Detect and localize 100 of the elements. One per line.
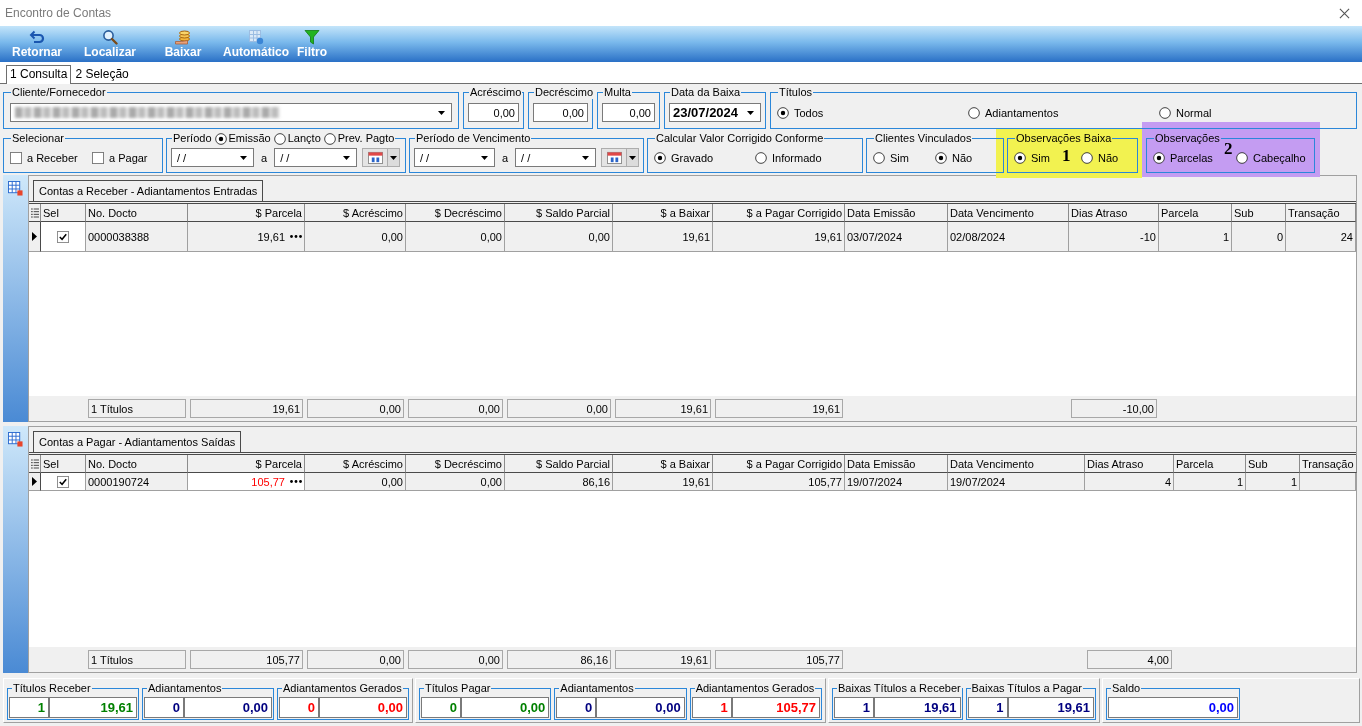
column-header[interactable]: $ Acréscimo: [305, 204, 406, 222]
return-arrow-icon: [29, 29, 45, 45]
group-title: Baixas Títulos a Receber: [838, 681, 961, 695]
date-field[interactable]: / /: [414, 148, 495, 167]
radio-button[interactable]: [654, 151, 666, 164]
tab[interactable]: 1 Consulta: [6, 65, 72, 84]
column-header[interactable]: $ Decréscimo: [406, 204, 505, 222]
column-header[interactable]: Transação: [1300, 455, 1357, 473]
table-cell[interactable]: 105,77: [188, 473, 305, 491]
checkbox[interactable]: [10, 151, 22, 164]
count-field: 1: [834, 696, 874, 718]
column-header[interactable]: Sub: [1246, 455, 1300, 473]
cell-value: 105,77: [251, 475, 285, 488]
date-field[interactable]: / /: [515, 148, 596, 167]
radio-button[interactable]: [777, 106, 789, 119]
caret-icon: [390, 155, 398, 160]
radio-button[interactable]: [323, 132, 336, 145]
cell-value: 19,61: [257, 230, 285, 243]
close-icon[interactable]: [1339, 7, 1350, 19]
table-icon[interactable]: [8, 432, 23, 447]
checkbox-label: a Pagar: [109, 151, 148, 164]
column-header[interactable]: Data Emissão: [845, 455, 948, 473]
group-title: Adiantamentos: [148, 681, 222, 695]
checkbox[interactable]: [57, 230, 69, 243]
count-field: 1: [967, 696, 1008, 718]
column-header[interactable]: Parcela: [1159, 204, 1232, 222]
column-header[interactable]: $ a Pagar Corrigido: [713, 455, 845, 473]
column-header[interactable]: Data Vencimento: [948, 204, 1069, 222]
value-field: 0,00: [1108, 696, 1238, 718]
radio-label: Gravado: [671, 151, 714, 164]
caret-icon: [480, 155, 488, 160]
grid-tab[interactable]: Contas a Receber - Adiantamentos Entradas: [33, 180, 264, 201]
caret-icon: [343, 155, 351, 160]
table-icon[interactable]: [8, 181, 23, 196]
column-header[interactable]: No. Docto: [86, 204, 188, 222]
radio-button[interactable]: [755, 151, 767, 164]
total-value: 0,00: [307, 650, 404, 669]
date-field[interactable]: / /: [274, 148, 358, 167]
radio-button[interactable]: [968, 106, 980, 119]
combo-field[interactable]: [10, 103, 452, 122]
column-header[interactable]: $ Parcela: [188, 204, 305, 222]
column-header[interactable]: Parcela: [1174, 455, 1246, 473]
radio-button[interactable]: [1081, 151, 1093, 164]
column-header[interactable]: $ a Pagar Corrigido: [713, 204, 845, 222]
radio-button[interactable]: [273, 132, 286, 145]
count-field: 1: [691, 696, 732, 718]
number-field[interactable]: 0,00: [602, 103, 655, 122]
column-header[interactable]: Transação: [1286, 204, 1356, 222]
ellipsis-icon[interactable]: [290, 480, 302, 483]
column-header[interactable]: $ Acréscimo: [305, 455, 406, 473]
column-header[interactable]: $ Saldo Parcial: [505, 455, 613, 473]
radio-button[interactable]: [873, 151, 885, 164]
caret-icon: [747, 110, 754, 115]
radio-label: Todos: [794, 106, 824, 119]
date-field[interactable]: 23/07/2024: [669, 103, 761, 122]
dropdown-button[interactable]: [627, 148, 639, 167]
group-title: Calcular Valor Corrigido Conforme: [656, 132, 824, 145]
grid-icon: [248, 29, 264, 45]
ellipsis-icon[interactable]: [290, 235, 302, 238]
radio-button[interactable]: [935, 151, 947, 164]
range-separator: a: [501, 151, 509, 164]
column-header[interactable]: $ a Baixar: [613, 455, 713, 473]
radio-button[interactable]: [1159, 106, 1171, 119]
dropdown-button[interactable]: [388, 148, 401, 167]
total-value: 19,61: [615, 399, 711, 418]
calendar-button[interactable]: [362, 148, 389, 167]
annotation-number: 2: [1224, 140, 1233, 157]
column-header[interactable]: Dias Atraso: [1069, 204, 1159, 222]
date-field[interactable]: / /: [171, 148, 254, 167]
total-value: 105,77: [715, 650, 843, 669]
list-icon[interactable]: [30, 207, 39, 218]
total-value: 19,61: [615, 650, 711, 669]
radio-button[interactable]: [214, 132, 227, 145]
column-header[interactable]: Data Emissão: [845, 204, 948, 222]
total-value: 0,00: [408, 399, 503, 418]
number-field[interactable]: 0,00: [533, 103, 588, 122]
tab[interactable]: 2 Seleção: [71, 65, 133, 83]
grid-tab[interactable]: Contas a Pagar - Adiantamentos Saídas: [33, 431, 242, 452]
radio-button[interactable]: [1236, 151, 1248, 164]
annotation-number: 1: [1062, 147, 1071, 164]
radio-button[interactable]: [1153, 151, 1165, 164]
column-header[interactable]: $ a Baixar: [613, 204, 713, 222]
column-header[interactable]: $ Saldo Parcial: [505, 204, 613, 222]
calendar-button[interactable]: [601, 148, 627, 167]
column-header[interactable]: Sub: [1232, 204, 1286, 222]
radio-button[interactable]: [1014, 151, 1026, 164]
column-header[interactable]: Dias Atraso: [1085, 455, 1174, 473]
column-header[interactable]: No. Docto: [86, 455, 188, 473]
value-field: 19,61: [874, 696, 961, 718]
group-title: Adiantamentos Gerados: [283, 681, 402, 695]
total-value: 0,00: [507, 399, 611, 418]
caret-icon: [582, 155, 589, 160]
value-field: 0,00: [184, 696, 272, 718]
list-icon[interactable]: [30, 458, 39, 469]
column-header[interactable]: $ Decréscimo: [406, 455, 505, 473]
checkbox[interactable]: [57, 475, 69, 488]
radio-label: Prev. Pagto: [337, 132, 395, 145]
number-field[interactable]: 0,00: [468, 103, 519, 122]
checkbox[interactable]: [92, 151, 104, 164]
column-header[interactable]: Data Vencimento: [948, 455, 1085, 473]
